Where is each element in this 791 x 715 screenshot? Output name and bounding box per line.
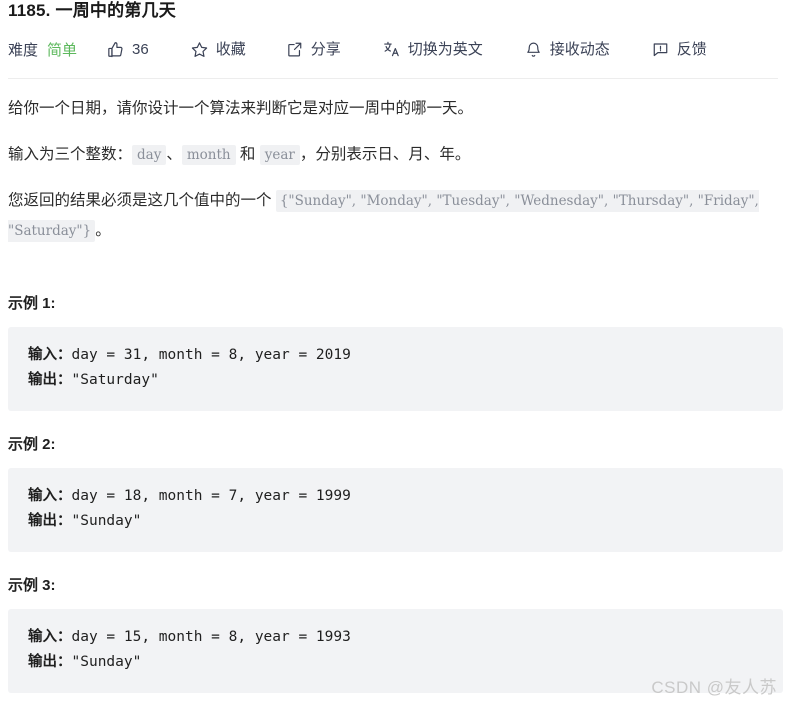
problem-toolbar: 难度 简单 36 收藏 分享 切换为英文 接收动态 反馈 (8, 36, 707, 62)
problem-page: 1185. 一周中的第几天 难度 简单 36 收藏 分享 切换为英文 接收动态 … (0, 0, 791, 710)
translate-button[interactable]: 切换为英文 (383, 36, 483, 62)
favorite-button[interactable]: 收藏 (191, 36, 246, 62)
page-title: 1185. 一周中的第几天 (8, 0, 176, 21)
example-block: 示例 2: 输入：day = 18, month = 7, year = 199… (8, 433, 783, 552)
problem-title-text: 一周中的第几天 (50, 1, 176, 20)
output-label: 输出： (28, 372, 72, 388)
star-icon (191, 41, 208, 58)
feedback-icon (652, 41, 669, 58)
inline-code-month: month (181, 145, 236, 165)
output-label: 输出： (28, 513, 72, 529)
p3-text-after: 。 (95, 222, 111, 239)
input-label: 输入： (28, 629, 72, 645)
thumbs-up-icon (107, 41, 124, 58)
input-value: day = 15, month = 8, year = 1993 (71, 629, 351, 645)
output-value: "Saturday" (71, 372, 159, 388)
p3-text-before: 您返回的结果必须是这几个值中的一个 (8, 192, 276, 209)
translate-icon (383, 41, 400, 58)
translate-label: 切换为英文 (407, 40, 483, 58)
example-heading: 示例 2: (8, 436, 56, 453)
bell-icon (525, 41, 542, 58)
like-count: 36 (132, 40, 149, 58)
p2-text-after: ，分别表示日、月、年。 (299, 146, 471, 163)
output-value: "Sunday" (71, 513, 142, 529)
share-label: 分享 (310, 40, 341, 58)
input-value: day = 18, month = 7, year = 1999 (71, 488, 351, 504)
p2-separator-2: 和 (235, 146, 260, 163)
subscribe-button[interactable]: 接收动态 (525, 36, 610, 62)
output-label: 输出： (28, 654, 72, 670)
difficulty-value: 简单 (47, 41, 78, 59)
problem-number: 1185. (8, 1, 51, 20)
example-heading: 示例 1: (8, 295, 56, 312)
csdn-watermark: CSDN @友人苏 (651, 678, 777, 697)
subscribe-label: 接收动态 (549, 40, 610, 58)
p2-text-before: 输入为三个整数： (8, 146, 133, 163)
difficulty-label: 难度 (8, 41, 39, 59)
example-codeblock: 输入：day = 31, month = 8, year = 2019 输出："… (8, 327, 783, 411)
description-paragraph-3: 您返回的结果必须是这几个值中的一个 {"Sunday", "Monday", "… (8, 186, 783, 246)
like-button[interactable]: 36 (107, 36, 149, 62)
share-button[interactable]: 分享 (286, 36, 341, 62)
example-block: 示例 1: 输入：day = 31, month = 8, year = 201… (8, 292, 783, 411)
feedback-label: 反馈 (676, 40, 707, 58)
inline-code-day: day (132, 145, 167, 165)
example-codeblock: 输入：day = 18, month = 7, year = 1999 输出："… (8, 468, 783, 552)
example-heading: 示例 3: (8, 577, 56, 594)
difficulty-indicator: 难度 简单 (8, 36, 77, 62)
output-value: "Sunday" (71, 654, 142, 670)
input-value: day = 31, month = 8, year = 2019 (71, 347, 351, 363)
feedback-button[interactable]: 反馈 (652, 36, 707, 62)
description-paragraph-2: 输入为三个整数： day、 month 和 year ，分别表示日、月、年。 (8, 140, 783, 170)
header-divider (8, 78, 778, 79)
share-icon (286, 41, 303, 58)
problem-content: 给你一个日期，请你设计一个算法来判断它是对应一周中的哪一天。 输入为三个整数： d… (8, 94, 783, 715)
input-label: 输入： (28, 488, 72, 504)
p2-separator-1: 、 (166, 146, 182, 163)
input-label: 输入： (28, 347, 72, 363)
favorite-label: 收藏 (215, 40, 246, 58)
description-paragraph-1: 给你一个日期，请你设计一个算法来判断它是对应一周中的哪一天。 (8, 100, 474, 117)
inline-code-year: year (259, 145, 300, 165)
